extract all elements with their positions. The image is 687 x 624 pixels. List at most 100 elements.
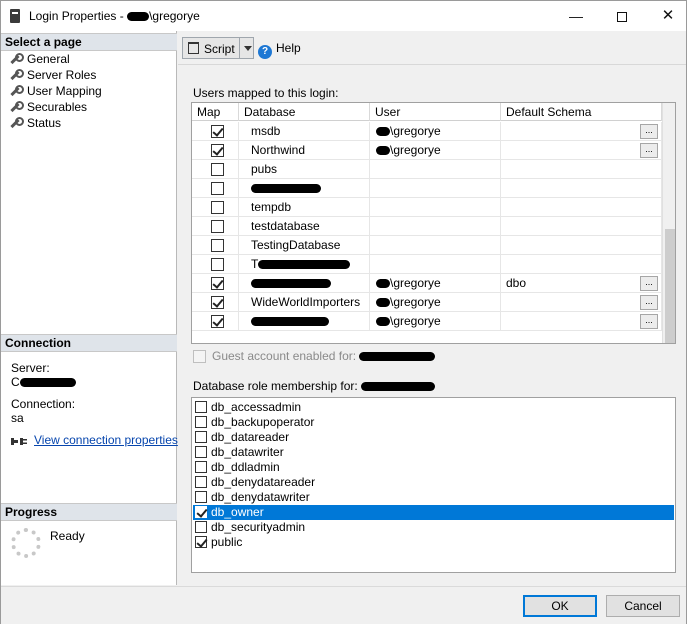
map-checkbox[interactable] xyxy=(211,182,224,196)
map-checkbox[interactable] xyxy=(211,201,224,215)
role-checkbox[interactable] xyxy=(195,431,207,443)
users-mapped-label: Users mapped to this login: xyxy=(193,86,339,100)
map-cell xyxy=(192,255,239,274)
database-cell xyxy=(239,274,370,293)
default-schema-cell[interactable]: dbo xyxy=(501,274,662,293)
table-row[interactable]: pubs xyxy=(192,160,662,179)
default-schema-cell[interactable] xyxy=(501,160,662,179)
toolbar: Script ? Help xyxy=(178,31,686,65)
script-button[interactable]: Script xyxy=(182,37,254,59)
role-item[interactable]: db_denydatawriter xyxy=(193,490,674,505)
browse-schema-button[interactable]: ... xyxy=(640,314,658,329)
role-item[interactable]: db_datawriter xyxy=(193,445,674,460)
default-schema-cell[interactable] xyxy=(501,312,662,331)
default-schema-cell[interactable] xyxy=(501,122,662,141)
table-row[interactable] xyxy=(192,179,662,198)
role-name: db_owner xyxy=(211,505,264,519)
page-item-server-roles[interactable]: Server Roles xyxy=(9,67,96,83)
role-name: db_ddladmin xyxy=(211,460,280,474)
map-checkbox[interactable] xyxy=(211,277,224,291)
page-item-label: Server Roles xyxy=(27,68,97,82)
redacted-server xyxy=(19,378,76,388)
default-schema-cell[interactable] xyxy=(501,141,662,160)
minimize-button[interactable]: — xyxy=(553,1,599,31)
role-item[interactable]: db_ddladmin xyxy=(193,460,674,475)
map-checkbox[interactable] xyxy=(211,296,224,310)
table-row[interactable]: testdatabase xyxy=(192,217,662,236)
role-checkbox[interactable] xyxy=(195,401,207,413)
server-value-text: C xyxy=(11,375,20,389)
view-connection-properties-link[interactable]: View connection properties xyxy=(34,433,178,447)
table-row[interactable]: T xyxy=(192,255,662,274)
page-item-status[interactable]: Status xyxy=(9,115,61,131)
database-cell: pubs xyxy=(239,160,370,179)
map-checkbox[interactable] xyxy=(211,163,224,177)
role-checkbox[interactable] xyxy=(195,506,207,518)
table-row[interactable]: TestingDatabase xyxy=(192,236,662,255)
table-row[interactable]: \gregorye dbo... xyxy=(192,274,662,293)
close-button[interactable]: ✕ xyxy=(645,1,687,31)
default-schema-cell[interactable] xyxy=(501,198,662,217)
role-item[interactable]: db_accessadmin xyxy=(193,400,674,415)
column-header-database[interactable]: Database xyxy=(239,103,370,121)
role-checkbox[interactable] xyxy=(195,521,207,533)
role-checkbox[interactable] xyxy=(195,446,207,458)
page-item-user-mapping[interactable]: User Mapping xyxy=(9,83,102,99)
table-row[interactable]: msdb \gregorye... xyxy=(192,122,662,141)
page-item-general[interactable]: General xyxy=(9,51,70,67)
map-checkbox[interactable] xyxy=(211,125,224,139)
cancel-button[interactable]: Cancel xyxy=(606,595,680,617)
column-header-default-schema[interactable]: Default Schema xyxy=(501,103,662,121)
redacted-database xyxy=(258,260,351,270)
user-cell xyxy=(370,236,501,255)
default-schema-cell[interactable] xyxy=(501,179,662,198)
table-row[interactable]: \gregorye... xyxy=(192,312,662,331)
role-item[interactable]: db_securityadmin xyxy=(193,520,674,535)
window-title-prefix: Login Properties - xyxy=(29,9,128,23)
browse-schema-button[interactable]: ... xyxy=(640,295,658,310)
default-schema-cell[interactable] xyxy=(501,236,662,255)
browse-schema-button[interactable]: ... xyxy=(640,124,658,139)
grid-vertical-scrollbar[interactable] xyxy=(662,103,675,343)
redacted-domain xyxy=(127,12,150,22)
role-item[interactable]: db_backupoperator xyxy=(193,415,674,430)
role-item[interactable]: db_owner xyxy=(193,505,674,520)
default-schema-cell[interactable] xyxy=(501,293,662,312)
maximize-button[interactable] xyxy=(599,1,645,31)
help-button[interactable]: ? Help xyxy=(258,41,301,59)
table-row[interactable]: tempdb xyxy=(192,198,662,217)
ok-button[interactable]: OK xyxy=(523,595,597,617)
table-row[interactable]: Northwind \gregorye... xyxy=(192,141,662,160)
role-item[interactable]: db_denydatareader xyxy=(193,475,674,490)
role-checkbox[interactable] xyxy=(195,476,207,488)
progress-spinner-icon xyxy=(11,528,41,558)
chevron-down-icon[interactable] xyxy=(244,46,252,51)
map-checkbox[interactable] xyxy=(211,220,224,234)
column-header-user[interactable]: User xyxy=(370,103,501,121)
user-mapping-content: Users mapped to this login: Map Database… xyxy=(178,66,686,585)
default-schema-cell[interactable] xyxy=(501,255,662,274)
map-checkbox[interactable] xyxy=(211,239,224,253)
scrollbar-thumb[interactable] xyxy=(665,229,675,343)
role-checkbox[interactable] xyxy=(195,461,207,473)
browse-schema-button[interactable]: ... xyxy=(640,276,658,291)
page-item-securables[interactable]: Securables xyxy=(9,99,87,115)
users-mapped-grid: Map Database User Default Schema msdb \gr… xyxy=(191,102,676,344)
user-cell xyxy=(370,217,501,236)
map-checkbox[interactable] xyxy=(211,144,224,158)
column-header-map[interactable]: Map xyxy=(192,103,239,121)
map-checkbox[interactable] xyxy=(211,258,224,272)
browse-schema-button[interactable]: ... xyxy=(640,143,658,158)
role-item[interactable]: public xyxy=(193,535,674,550)
role-item[interactable]: db_datareader xyxy=(193,430,674,445)
database-cell: TestingDatabase xyxy=(239,236,370,255)
default-schema-cell[interactable] xyxy=(501,217,662,236)
server-label: Server: xyxy=(11,361,50,375)
map-cell xyxy=(192,179,239,198)
table-row[interactable]: WideWorldImporters \gregorye... xyxy=(192,293,662,312)
role-checkbox[interactable] xyxy=(195,416,207,428)
map-checkbox[interactable] xyxy=(211,315,224,329)
role-checkbox[interactable] xyxy=(195,491,207,503)
database-cell: msdb xyxy=(239,122,370,141)
role-checkbox[interactable] xyxy=(195,536,207,548)
